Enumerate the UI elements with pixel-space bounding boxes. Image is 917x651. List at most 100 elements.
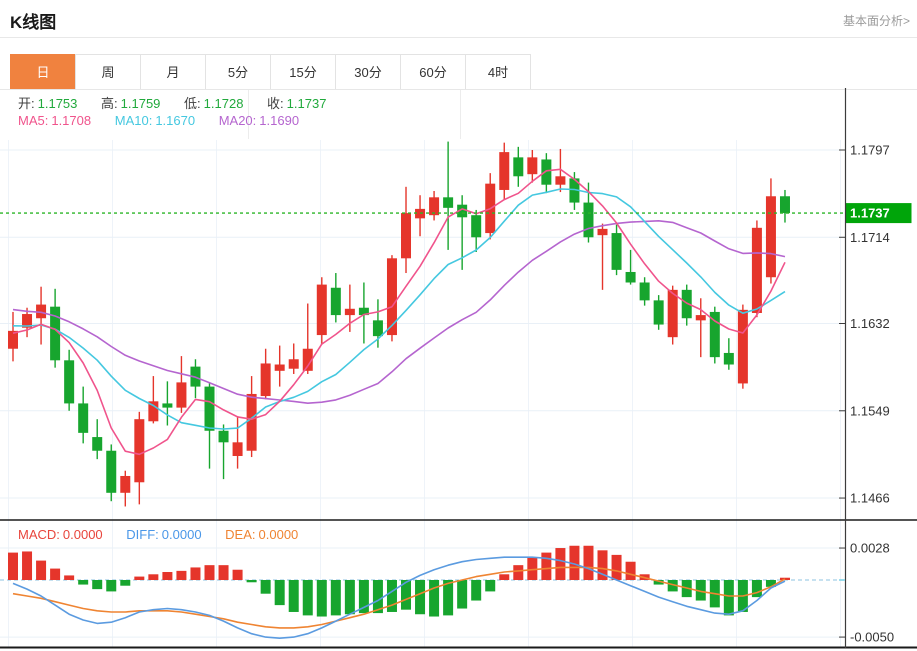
price-axis-label: 1.1632 <box>850 316 890 331</box>
candle-body <box>555 176 566 185</box>
macd-histogram-bar <box>134 576 145 580</box>
candle-body <box>737 309 748 384</box>
macd-histogram-bar <box>415 580 426 615</box>
candle-body <box>751 227 762 313</box>
diff-indicator: DIFF: 0.0000 <box>126 527 202 542</box>
macd-histogram-bar <box>274 580 285 606</box>
open-indicator: 开: 1.1753 <box>18 96 78 111</box>
candle-body <box>639 282 650 301</box>
low-indicator: 低: 1.1728 <box>184 96 244 111</box>
macd-axis-label: -0.0050 <box>850 630 894 645</box>
candle-body <box>232 442 243 456</box>
tab-4hour[interactable]: 4时 <box>465 54 531 90</box>
macd-histogram-bar <box>106 580 117 592</box>
macd-histogram-bar <box>218 565 229 580</box>
candle-body <box>246 393 257 451</box>
tab-15min[interactable]: 15分 <box>270 54 336 90</box>
macd-histogram-bar <box>162 572 173 580</box>
candle-body <box>260 363 271 397</box>
macd-histogram-bar <box>555 548 566 580</box>
macd-histogram-bar <box>583 545 594 580</box>
candle-body <box>372 320 383 337</box>
candle-body <box>597 228 608 236</box>
macd-histogram-bar <box>316 580 327 617</box>
candle-body <box>541 159 552 185</box>
kline-widget: K线图 基本面分析> 日 周 月 5分 15分 30分 60分 4时 1.173… <box>0 0 917 651</box>
candle-body <box>274 364 285 371</box>
tab-month[interactable]: 月 <box>140 54 206 90</box>
kline-chart[interactable]: 1.1737 1.1797 1.1714 1.1632 1.1549 1.1466 0.00… <box>0 88 917 651</box>
tab-30min[interactable]: 30分 <box>335 54 401 90</box>
candle-body <box>667 289 678 338</box>
macd-histogram-bar <box>302 580 313 616</box>
macd-histogram-bar <box>723 580 734 616</box>
macd-indicator-row: MACD: 0.0000 DIFF: 0.0000 DEA: 0.0000 <box>18 527 318 542</box>
candle-body <box>471 215 482 238</box>
candle-body <box>8 330 18 349</box>
macd-histogram-bar <box>513 565 524 580</box>
macd-histogram-bar <box>330 580 341 616</box>
macd-histogram-bar <box>246 580 257 583</box>
macd-histogram-bar <box>260 580 271 594</box>
macd-histogram-bar <box>499 574 510 580</box>
macd-histogram-bar <box>92 580 103 590</box>
macd-indicator: MACD: 0.0000 <box>18 527 103 542</box>
candle-body <box>218 430 229 443</box>
ma10-indicator: MA10: 1.1670 <box>114 113 196 128</box>
fundamental-analysis-link[interactable]: 基本面分析> <box>843 12 910 29</box>
candle-body <box>527 157 538 175</box>
close-indicator: 收: 1.1737 <box>267 96 327 111</box>
tab-day[interactable]: 日 <box>10 54 76 90</box>
candle-body <box>106 450 117 493</box>
macd-histogram-bar <box>288 580 299 612</box>
macd-histogram-bar <box>386 580 397 612</box>
macd-histogram-bar <box>232 569 243 580</box>
candle-body <box>779 196 790 214</box>
price-axis-label: 1.1797 <box>850 143 890 158</box>
candle-body <box>386 258 397 336</box>
candle-body <box>583 202 594 238</box>
high-indicator: 高: 1.1759 <box>101 96 161 111</box>
macd-histogram-bar <box>64 575 75 580</box>
macd-axis-label: 0.0028 <box>850 541 890 556</box>
candle-body <box>78 403 89 433</box>
candle-body <box>330 287 341 316</box>
ma5-indicator: MA5: 1.1708 <box>18 113 92 128</box>
candle-body <box>288 359 299 369</box>
dea-line <box>12 566 786 629</box>
macd-histogram-bar <box>176 570 187 580</box>
candle-body <box>401 213 412 259</box>
tab-60min[interactable]: 60分 <box>400 54 466 90</box>
candle-body <box>92 437 103 451</box>
macd-histogram-bar <box>344 580 355 615</box>
macd-histogram-bar <box>78 580 89 585</box>
ma-indicator-row: MA5: 1.1708 MA10: 1.1670 MA20: 1.1690 <box>18 113 319 128</box>
candle-body <box>176 382 187 408</box>
candle-body <box>695 315 706 321</box>
macd-histogram-bar <box>204 565 215 580</box>
candle-body <box>611 233 622 270</box>
macd-histogram-bar <box>120 580 131 586</box>
ohlc-indicator-row: 开: 1.1753 高: 1.1759 低: 1.1728 收: 1.1737 <box>18 93 346 112</box>
macd-histogram-bar <box>751 580 762 598</box>
macd-histogram-bar <box>541 552 552 580</box>
widget-header: K线图 基本面分析> <box>0 0 917 38</box>
candle-body <box>344 308 355 316</box>
candle-body <box>513 157 524 177</box>
tab-5min[interactable]: 5分 <box>205 54 271 90</box>
candle-body <box>134 419 145 483</box>
macd-histogram-bar <box>36 560 47 580</box>
macd-histogram-bar <box>190 567 201 580</box>
macd-histogram-bar <box>471 580 482 601</box>
ma20-indicator: MA20: 1.1690 <box>218 113 300 128</box>
price-axis-label: 1.1549 <box>850 403 890 418</box>
macd-histogram-bar <box>611 554 622 580</box>
candle-body <box>499 152 510 190</box>
tab-week[interactable]: 周 <box>75 54 141 90</box>
page-title: K线图 <box>10 13 57 32</box>
candle-body <box>765 196 776 278</box>
current-price-label: 1.1737 <box>850 206 890 221</box>
period-tabs: 日 周 月 5分 15分 30分 60分 4时 <box>10 54 531 90</box>
price-axis-label: 1.1466 <box>850 491 890 506</box>
candle-body <box>120 475 131 493</box>
